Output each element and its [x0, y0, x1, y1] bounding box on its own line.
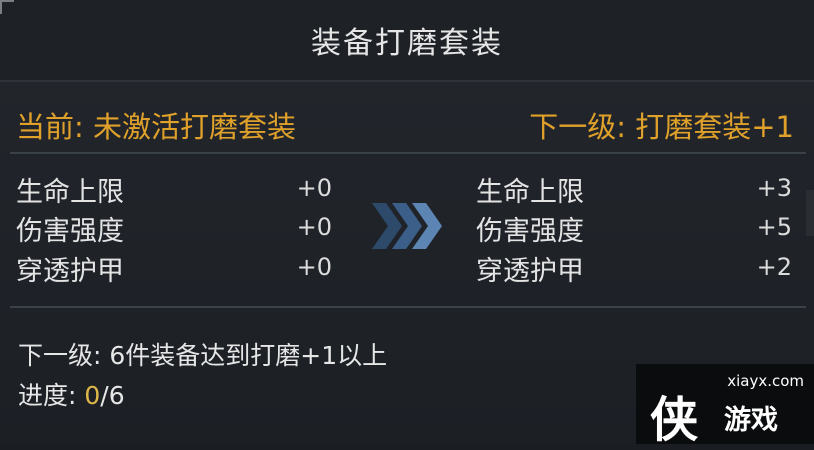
- next-value: 打磨套装+1: [635, 110, 794, 144]
- stat-name: 穿透护甲: [16, 256, 124, 287]
- stat-name: 穿透护甲: [476, 256, 584, 287]
- stat-next-value: +2: [756, 253, 792, 281]
- divider: [10, 306, 806, 308]
- suit-panel: 装备打磨套装 当前: 未激活打磨套装 下一级: 打磨套装+1 生命上限 +0 伤…: [0, 0, 814, 448]
- stat-current-value: +0: [296, 213, 332, 241]
- watermark-text: 游戏: [724, 405, 778, 436]
- stat-name: 生命上限: [16, 177, 124, 208]
- current-status: 当前: 未激活打磨套装: [16, 104, 296, 146]
- stat-current-value: +0: [296, 253, 332, 281]
- page-title: 装备打磨套装: [311, 26, 503, 61]
- progress-label: 进度:: [18, 381, 85, 410]
- chevron-right-icon: [372, 203, 442, 249]
- side-edge: [806, 190, 814, 236]
- progress-text: 进度: 0/6: [18, 376, 125, 412]
- divider: [10, 152, 806, 154]
- next-level-status: 下一级: 打磨套装+1: [529, 104, 794, 146]
- next-label: 下一级:: [529, 110, 627, 144]
- current-value: 未激活打磨套装: [93, 110, 297, 144]
- stat-next-value: +3: [756, 174, 792, 202]
- stat-name: 生命上限: [476, 177, 584, 208]
- current-label: 当前:: [16, 110, 84, 144]
- progress-current: 0: [84, 381, 101, 410]
- stat-name: 伤害强度: [476, 216, 584, 247]
- watermark-url: xiayx.com: [727, 372, 804, 390]
- progress-total: /6: [100, 381, 125, 410]
- next-level-requirement: 下一级: 6件装备达到打磨+1以上: [18, 341, 388, 370]
- watermark-glyph: 侠: [650, 392, 699, 448]
- title-bar: 装备打磨套装: [0, 0, 814, 82]
- stat-current-value: +0: [296, 174, 332, 202]
- watermark-logo: xiayx.com 侠 游戏: [636, 364, 814, 448]
- corner-decoration: [0, 0, 14, 14]
- stat-next-value: +5: [756, 213, 792, 241]
- stat-name: 伤害强度: [16, 216, 124, 247]
